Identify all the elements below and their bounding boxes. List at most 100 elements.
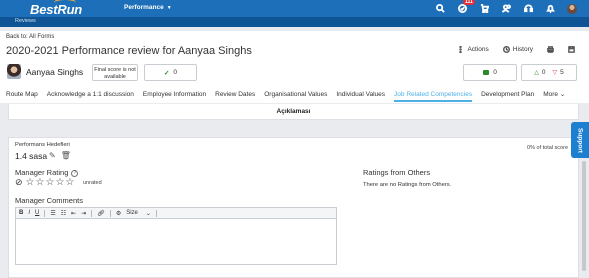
check-icon: ✓ [163, 69, 170, 77]
logo-arc [54, 0, 76, 8]
todo-button[interactable]: 111 [451, 0, 475, 16]
comment-icon [483, 70, 490, 75]
info-icon[interactable]: ? [71, 170, 79, 177]
chevron-down-icon: ▼ [166, 5, 172, 11]
user-avatar [567, 3, 577, 14]
italic-icon[interactable]: I [28, 210, 30, 216]
header-actions: Actions History [457, 46, 575, 53]
save-icon [568, 46, 575, 53]
final-score-box: Final score is not available [92, 64, 138, 81]
check-circle-icon [457, 4, 467, 13]
user-menu[interactable] [561, 1, 583, 16]
star-icon[interactable]: ☆ [65, 177, 74, 188]
tab-development-plan[interactable]: Development Plan [481, 87, 534, 103]
manager-comments-label: Manager Comments [15, 196, 83, 205]
search-icon [435, 4, 445, 13]
actions-label: Actions [467, 46, 489, 53]
chevron-down-icon: ⌄ [145, 210, 151, 217]
rating-status: unrated [83, 180, 102, 186]
edit-icon[interactable]: ✎ [49, 151, 56, 160]
manager-rating-label: Manager Rating? [15, 168, 79, 177]
tab-employee-information[interactable]: Employee Information [143, 87, 206, 103]
editor-toolbar: B I U ☰ ☷ ⇤ ⇥ 🔗︎ ⚙ Size ⌄ [16, 208, 336, 219]
comments-textarea[interactable] [16, 219, 336, 265]
actions-button[interactable]: Actions [457, 46, 489, 53]
scrollbar[interactable] [582, 106, 586, 274]
top-bar: BestRun Performance ▼ 111 [0, 0, 589, 17]
star-icon[interactable]: ☆ [26, 177, 35, 188]
manager-rating-text: Manager Rating [15, 168, 69, 177]
toolbar-divider [155, 209, 157, 217]
support-tab[interactable]: Support [571, 122, 589, 158]
star-icon[interactable]: ☆ [55, 177, 64, 188]
chevron-down-icon: ⌄ [559, 91, 566, 98]
people-icon [501, 4, 511, 13]
toolbar-divider [44, 209, 46, 217]
link-icon[interactable]: 🔗︎ [97, 210, 105, 217]
triangle-down-icon: ▽ [552, 70, 558, 76]
checks-count: 0 [173, 69, 178, 76]
search-button[interactable] [429, 1, 451, 16]
comments-counter[interactable]: 0 [463, 64, 517, 81]
toolbar-divider [91, 209, 93, 217]
scrollbar-thumb[interactable] [582, 161, 586, 271]
page-title: 2020-2021 Performance review for Aanyaa … [6, 45, 252, 57]
module-label: Performance [124, 4, 164, 11]
section-heading: Açıklaması [276, 108, 311, 115]
size-label: Size [126, 210, 138, 216]
bell-icon [545, 4, 555, 13]
notifications-button[interactable] [539, 1, 561, 16]
numbered-list-icon[interactable]: ☰ [50, 210, 55, 217]
cart-button[interactable] [473, 1, 495, 16]
star-icon[interactable]: ☆ [36, 177, 45, 188]
rating-stars: ⊘ ☆ ☆ ☆ ☆ ☆ [15, 177, 74, 188]
ratings-from-others-label: Ratings from Others [363, 168, 431, 177]
people-button[interactable] [495, 1, 517, 16]
indent-icon[interactable]: ⇥ [81, 210, 86, 217]
sub-bar: Reviews [0, 17, 589, 27]
spellcheck-icon[interactable]: ⚙ [116, 210, 121, 217]
section-header: Açıklaması [8, 104, 579, 120]
goal-icons: ✎ 🗑︎ [49, 151, 71, 160]
bold-icon[interactable]: B [19, 210, 23, 216]
save-button[interactable] [568, 46, 575, 53]
tab-review-dates[interactable]: Review Dates [215, 87, 255, 103]
person-name: Aanyaa Singhs [26, 67, 84, 77]
module-menu[interactable]: Performance ▼ [124, 4, 172, 11]
print-icon [547, 46, 554, 53]
top-icons: 111 [429, 0, 583, 16]
bullet-list-icon[interactable]: ☷ [61, 210, 66, 217]
comments-count: 0 [493, 69, 497, 76]
tab-acknowledge[interactable]: Acknowledge a 1:1 discussion [47, 87, 134, 103]
ratings-from-others-text: There are no Ratings from Others. [363, 182, 452, 188]
back-link[interactable]: Back to: All Forms [6, 34, 54, 40]
tab-job-related-competencies[interactable]: Job Related Competencies [394, 87, 473, 103]
more-vertical-icon [459, 46, 463, 53]
history-icon [502, 46, 510, 53]
outdent-icon[interactable]: ⇤ [71, 210, 76, 217]
star-icon[interactable]: ☆ [45, 177, 54, 188]
checks-counter[interactable]: ✓ 0 [144, 64, 197, 81]
tab-more-label: More [543, 91, 559, 98]
help-button[interactable] [517, 1, 539, 16]
tab-route-map[interactable]: Route Map [6, 87, 38, 103]
print-button[interactable] [547, 46, 554, 53]
flags-counter[interactable]: △ 0 ▽ 5 [521, 64, 577, 81]
underline-icon[interactable]: U [35, 210, 39, 216]
person-photo [7, 64, 21, 79]
delete-icon[interactable]: 🗑︎ [61, 151, 71, 160]
tab-individual-values[interactable]: Individual Values [336, 87, 385, 103]
comments-editor: B I U ☰ ☷ ⇤ ⇥ 🔗︎ ⚙ Size ⌄ [15, 207, 337, 265]
percent-of-total: 0% of total score [527, 145, 568, 151]
triangle-up-icon: △ [534, 70, 539, 76]
subbar-label[interactable]: Reviews [15, 18, 36, 24]
green-count: 0 [541, 69, 546, 76]
goal-label: Performans Hedefleri [15, 142, 70, 148]
size-select[interactable]: Size ⌄ [126, 210, 151, 217]
headset-icon [523, 4, 533, 13]
toolbar-divider [109, 209, 111, 217]
tab-more[interactable]: More ⌄ [543, 87, 565, 103]
no-rating-icon[interactable]: ⊘ [15, 177, 23, 188]
history-button[interactable]: History [502, 46, 533, 53]
tab-organisational-values[interactable]: Organisational Values [264, 87, 327, 103]
